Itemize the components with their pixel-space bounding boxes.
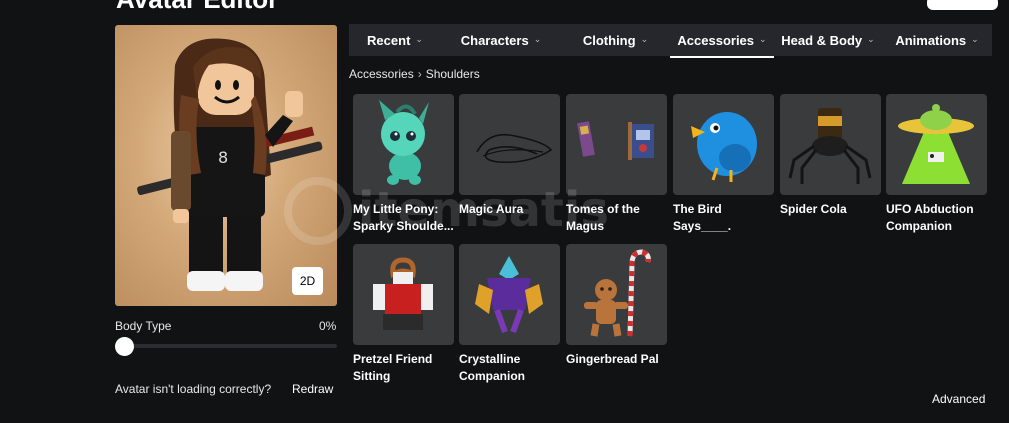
item-name: Crystalline Companion	[459, 352, 525, 383]
breadcrumb-parent[interactable]: Accessories	[349, 67, 414, 81]
tab-label: Clothing	[582, 32, 636, 48]
body-type-value: 0%	[319, 319, 337, 333]
tab-label: Characters	[460, 32, 529, 48]
toggle-2d-button[interactable]: 2D	[292, 267, 323, 295]
item-name: Pretzel Friend Sitting	[353, 352, 433, 383]
tab-label: Recent	[367, 32, 411, 48]
item-card[interactable]: Crystalline Companion	[459, 244, 560, 385]
floating-books-icon	[566, 94, 667, 195]
tab-accessories[interactable]: Accessories ⌄	[670, 24, 774, 58]
breadcrumb: Accessories › Shoulders	[349, 67, 480, 81]
item-card[interactable]: Tomes of the Magus	[566, 94, 667, 235]
item-name: UFO Abduction Companion	[886, 202, 974, 233]
tab-characters[interactable]: Characters ⌄	[441, 24, 561, 56]
tab-clothing[interactable]: Clothing ⌄	[561, 24, 670, 56]
chevron-down-icon: ⌄	[533, 33, 542, 44]
item-card[interactable]: The Bird Says____.	[673, 94, 774, 235]
avatar-preview[interactable]: 8	[115, 25, 337, 306]
avatar-figure-icon: 8	[137, 38, 323, 291]
chevron-down-icon: ⌄	[971, 33, 979, 44]
item-card[interactable]: Magic Aura	[459, 94, 560, 218]
chevron-down-icon: ⌄	[640, 33, 649, 44]
chevron-down-icon: ⌄	[867, 33, 875, 44]
item-card[interactable]: UFO Abduction Companion	[886, 94, 987, 235]
body-type-label: Body Type	[115, 319, 172, 333]
gingerbread-icon	[566, 244, 667, 345]
breadcrumb-current: Shoulders	[425, 67, 480, 81]
tab-label: Animations	[895, 32, 967, 48]
tab-head-body[interactable]: Head & Body ⌄	[774, 24, 882, 56]
item-name: Magic Aura	[459, 202, 524, 216]
tab-label: Accessories	[677, 32, 755, 48]
tab-recent[interactable]: Recent ⌄	[349, 24, 441, 56]
svg-text:8: 8	[218, 148, 228, 167]
redraw-link[interactable]: Redraw	[292, 382, 333, 396]
avatar-loading-message: Avatar isn't loading correctly?	[115, 382, 272, 396]
ufo-icon	[886, 94, 987, 195]
category-tabs: Recent ⌄ Characters ⌄ Clothing ⌄ Accessorie…	[349, 24, 992, 58]
item-name: Spider Cola	[780, 202, 847, 216]
tab-animations[interactable]: Animations ⌄	[882, 24, 992, 56]
body-type-slider-knob[interactable]	[115, 337, 134, 356]
chevron-right-icon: ›	[417, 67, 422, 81]
green-pony-icon	[353, 94, 454, 195]
chevron-down-icon: ⌄	[415, 33, 423, 44]
crystal-creature-icon	[459, 244, 560, 345]
pretzel-figure-icon	[353, 244, 454, 345]
advanced-link[interactable]: Advanced	[932, 392, 985, 406]
item-name: My Little Pony: Sparky Shoulde...	[353, 202, 454, 233]
item-name: Tomes of the Magus	[566, 202, 640, 233]
aura-scribble-icon	[459, 94, 560, 195]
tab-label: Head & Body	[781, 32, 863, 48]
body-type-slider-track[interactable]	[115, 344, 337, 348]
spider-can-icon	[780, 94, 881, 195]
item-card[interactable]: Spider Cola	[780, 94, 881, 218]
item-name: The Bird Says____.	[673, 202, 732, 233]
item-card[interactable]: My Little Pony: Sparky Shoulde...	[353, 94, 454, 235]
item-name: Gingerbread Pal	[566, 352, 659, 366]
page-title: Avatar Editor	[116, 0, 278, 15]
top-right-button[interactable]	[927, 0, 998, 10]
blue-bird-icon	[673, 94, 774, 195]
item-card[interactable]: Gingerbread Pal	[566, 244, 667, 368]
chevron-down-icon: ⌄	[759, 33, 767, 44]
item-card[interactable]: Pretzel Friend Sitting	[353, 244, 454, 385]
